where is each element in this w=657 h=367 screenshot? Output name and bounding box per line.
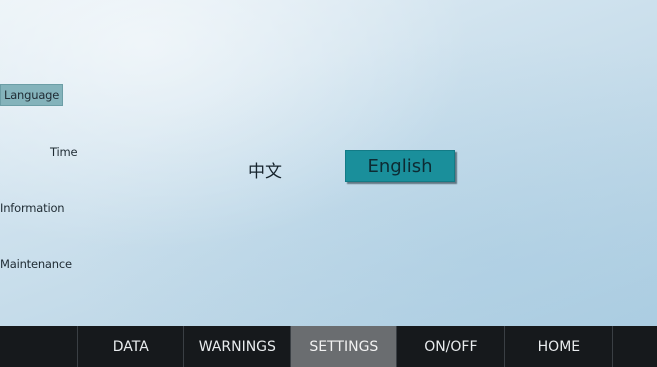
bottom-navbar: DATA WARNINGS SETTINGS ON/OFF HOME [0,326,657,367]
tab-label: ON/OFF [424,338,478,355]
language-chinese-label: 中文 [248,162,282,182]
sidebar-item-time[interactable]: Time [50,145,78,159]
language-chinese-option[interactable]: 中文 [248,157,282,182]
language-english-button[interactable]: English [345,150,455,182]
sidebar-item-maintenance[interactable]: Maintenance [0,257,72,271]
sidebar-item-label: Information [0,201,65,215]
tab-label: SETTINGS [309,338,379,355]
sidebar-item-label: Maintenance [0,257,72,271]
sidebar-item-label: Time [50,145,78,159]
tab-on-off[interactable]: ON/OFF [397,326,506,367]
language-english-label: English [367,155,433,177]
sidebar-item-label: Language [4,88,60,102]
tab-label: WARNINGS [198,338,276,355]
tab-warnings[interactable]: WARNINGS [184,326,292,367]
navbar-right-spacer [613,326,657,367]
settings-screen: Language Time Information Maintenance 中文… [0,0,657,367]
tab-home[interactable]: HOME [505,326,614,367]
tab-label: DATA [112,338,149,355]
navbar-left-spacer [0,326,79,367]
tab-label: HOME [537,338,581,355]
tab-data[interactable]: DATA [78,326,185,367]
sidebar-item-language[interactable]: Language [0,84,64,106]
tab-settings[interactable]: SETTINGS [291,326,398,367]
sidebar-item-information[interactable]: Information [0,201,65,215]
